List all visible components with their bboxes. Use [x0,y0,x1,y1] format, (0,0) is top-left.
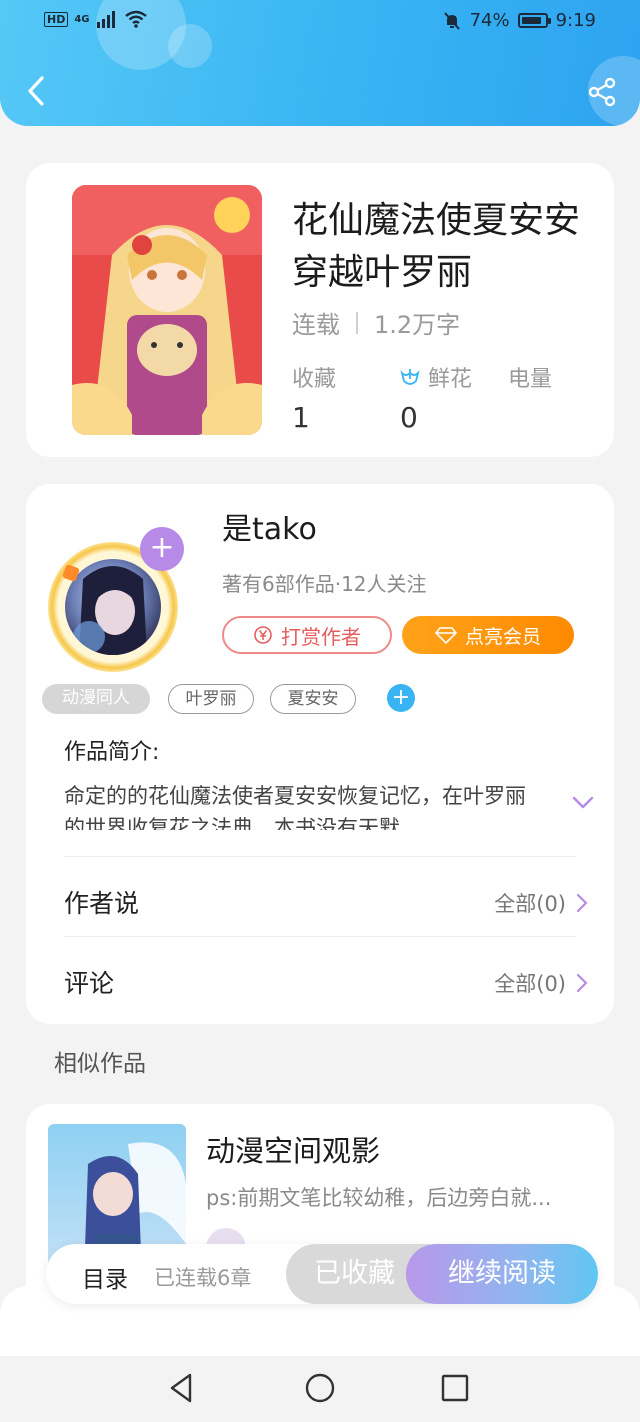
book-title: 花仙魔法使夏安安穿越叶罗丽 [292,200,581,293]
chevron-right-icon [576,893,588,913]
book-info-card: 花仙魔法使夏安安穿越叶罗丽 连载 1.2万字 收藏 1 鲜花 0 电量 [26,163,614,457]
author-stats: 著有6部作品·12人关注 [222,572,427,596]
book-cover[interactable] [72,185,262,435]
tag-item[interactable]: 叶罗丽 [168,684,254,714]
status-bar: HD 4G 74% 9:19 [0,8,640,36]
meta-divider [356,311,358,334]
author-says-all[interactable]: 全部(0) [494,888,588,918]
nav-back-icon[interactable] [164,1370,200,1406]
stat-flowers[interactable]: 鲜花 [398,361,472,393]
chevron-right-icon [576,973,588,993]
cover-illustration [72,185,262,435]
stat-value-flowers: 0 [400,401,418,434]
vip-label: 点亮会员 [464,625,541,648]
signal-icon [96,11,115,28]
system-nav-bar [0,1356,640,1422]
author-says-count: 全部(0) [494,892,566,916]
reward-label: 打赏作者 [281,624,361,649]
yen-coin-icon [254,626,272,644]
author-name[interactable]: 是tako [222,504,317,548]
word-count: 1.2万字 [374,311,461,339]
chevron-left-icon[interactable] [20,74,54,108]
avatar [65,559,161,655]
stat-label-power[interactable]: 电量 [508,361,552,393]
author-card: + 是tako 著有6部作品·12人关注 打赏作者 点亮会员 动漫同人 叶罗丽 … [26,484,614,1024]
comments-count: 全部(0) [494,972,566,996]
book-meta: 连载 1.2万字 [292,305,460,340]
chevron-down-icon[interactable] [572,796,594,810]
bottom-action-bar: 目录 已连载6章 已收藏 继续阅读 [46,1244,598,1304]
diamond-icon [434,627,457,644]
comments-all[interactable]: 全部(0) [494,968,588,998]
stat-label-flowers: 鲜花 [428,367,473,392]
share-icon[interactable] [586,76,618,108]
nav-home-icon[interactable] [302,1370,338,1406]
author-says-label[interactable]: 作者说 [64,884,139,920]
battery-percent: 74% [469,10,510,31]
similar-title: 动漫空间观影 [206,1134,381,1168]
hd-badge: HD [44,11,69,27]
network-badge: 4G [74,13,90,25]
mute-bell-icon [443,11,460,30]
comments-label[interactable]: 评论 [64,964,114,1000]
intro-heading: 作品简介: [64,740,160,765]
similar-heading: 相似作品 [54,1051,146,1077]
wifi-icon [124,10,147,28]
toc-button[interactable]: 目录 [82,1260,128,1294]
clock: 9:19 [555,10,596,31]
flower-icon [400,369,420,385]
reward-author-button[interactable]: 打赏作者 [222,616,392,654]
continue-reading-button[interactable]: 继续阅读 [406,1244,598,1304]
serial-status: 连载 [292,311,340,339]
tag-item[interactable]: 动漫同人 [42,684,150,714]
chapters-status[interactable]: 已连载6章 [154,1262,251,1292]
follow-author-button[interactable]: + [140,527,184,571]
add-tag-button[interactable]: + [387,684,415,712]
nav-recents-icon[interactable] [437,1370,473,1406]
divider [64,936,576,937]
similar-desc: ps:前期文笔比较幼稚，后边旁白就... [206,1186,552,1210]
vip-button[interactable]: 点亮会员 [402,616,574,654]
intro-text: 命定的的花仙魔法使者夏安安恢复记忆，在叶罗丽的世界收复花之法典，本书没有天默 [64,784,526,830]
header: HD 4G 74% 9:19 [0,0,640,126]
tag-item[interactable]: 夏安安 [270,684,356,714]
battery-icon [517,13,551,28]
stat-value-favorites: 1 [292,401,310,434]
divider [64,856,576,857]
stat-label-favorites: 收藏 [292,367,337,392]
